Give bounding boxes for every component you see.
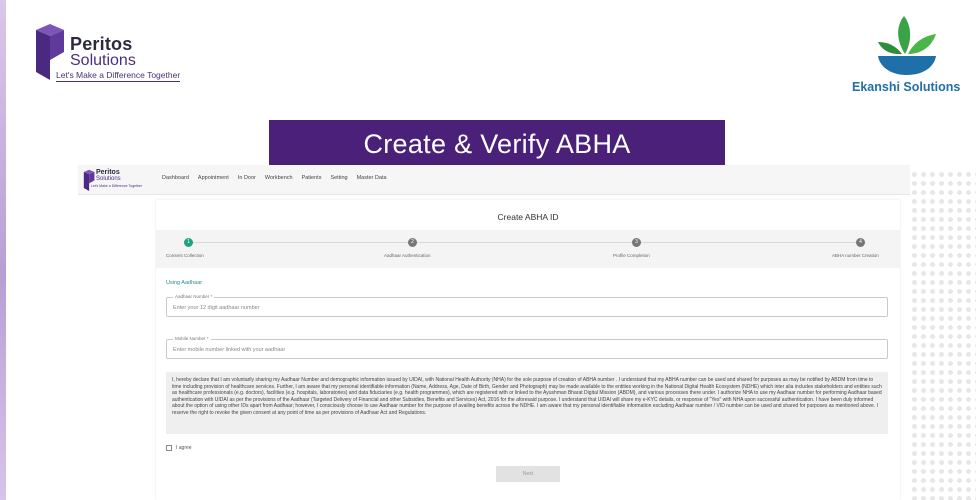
step-3-label: Profile Completion	[613, 253, 650, 258]
mobile-number-field: Mobile Number *	[166, 336, 888, 359]
decorative-dot-pattern	[910, 170, 976, 500]
consent-text: I, hereby declare that I am voluntarily …	[166, 372, 888, 434]
app-topbar: Peritos Solutions Let's Make a Differenc…	[78, 165, 910, 195]
agree-checkbox-row[interactable]: I agree	[166, 445, 192, 451]
nav-item-dashboard[interactable]: Dashboard	[162, 175, 189, 181]
card-title: Create ABHA ID	[497, 212, 559, 222]
peritos-logo: Peritos Solutions Let's Make a Differenc…	[34, 22, 194, 82]
nav-item-appointment[interactable]: Appointment	[198, 175, 229, 181]
step-4-indicator: 4	[856, 238, 865, 247]
aadhaar-number-input[interactable]	[173, 303, 873, 313]
ekanshi-logo: Ekanshi Solutions	[848, 14, 972, 96]
mobile-number-label: Mobile Number *	[173, 336, 211, 341]
abha-app-window: Peritos Solutions Let's Make a Differenc…	[78, 165, 910, 500]
step-4-label: ABHA number Creation	[832, 253, 879, 258]
slide-left-accent	[0, 0, 6, 500]
peritos-logo-sub: Solutions	[70, 52, 136, 69]
aadhaar-number-field: Aadhaar Number *	[166, 294, 888, 317]
app-logo-sub: Solutions	[96, 176, 121, 182]
app-logo[interactable]: Peritos Solutions Let's Make a Differenc…	[83, 169, 161, 193]
main-nav: Dashboard Appointment In Door Workbench …	[162, 175, 387, 181]
peritos-logo-tagline: Let's Make a Difference Together	[56, 70, 181, 82]
ekanshi-logo-name: Ekanshi Solutions	[852, 80, 961, 94]
app-logo-name: Peritos	[96, 169, 120, 176]
aadhaar-number-label: Aadhaar Number *	[173, 294, 215, 299]
next-button[interactable]: Next	[496, 466, 560, 482]
nav-item-master-data[interactable]: Master Data	[357, 175, 387, 181]
step-2-label: Aadhaar Authentication	[384, 253, 431, 258]
nav-item-in-door[interactable]: In Door	[238, 175, 256, 181]
step-3-indicator: 3	[632, 238, 641, 247]
slide-title-banner: Create & Verify ABHA	[269, 120, 725, 166]
app-logo-tagline: Let's Make a Difference Together	[91, 184, 143, 188]
agree-checkbox[interactable]	[166, 445, 172, 451]
agree-label: I agree	[176, 445, 192, 451]
progress-stepper: 1 Consent Collection 2 Aadhaar Authentic…	[156, 230, 900, 268]
nav-item-setting[interactable]: Setting	[330, 175, 347, 181]
stepper-line	[190, 242, 862, 243]
nav-item-patients[interactable]: Patients	[302, 175, 322, 181]
step-1-label: Consent Collection	[166, 253, 204, 258]
plant-bowl-icon	[878, 16, 936, 75]
using-aadhaar-label: Using Aadhaar	[166, 280, 203, 286]
mobile-number-input[interactable]	[173, 345, 873, 355]
nav-item-workbench[interactable]: Workbench	[265, 175, 293, 181]
step-1-indicator: 1	[184, 238, 193, 247]
step-2-indicator: 2	[408, 238, 417, 247]
create-abha-card: Create ABHA ID 1 Consent Collection 2 Aa…	[156, 200, 900, 500]
